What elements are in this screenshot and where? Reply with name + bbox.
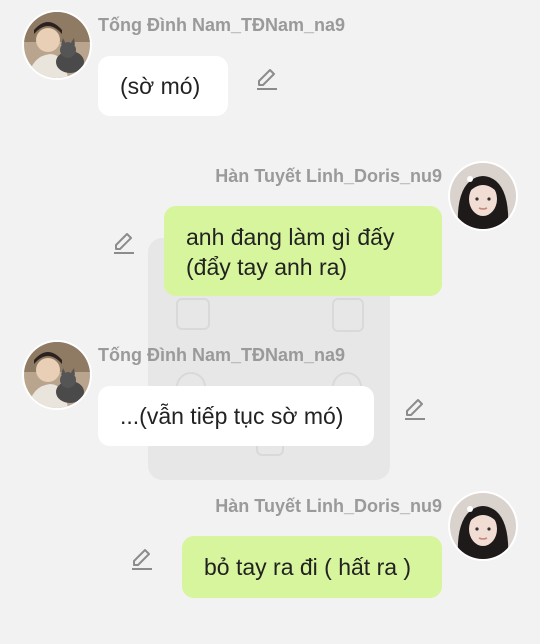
- edit-icon[interactable]: [402, 396, 428, 422]
- avatar-female[interactable]: [450, 163, 516, 229]
- edit-icon[interactable]: [111, 230, 137, 256]
- sender-name: Hàn Tuyết Linh_Doris_nu9: [215, 496, 442, 516]
- message-bubble[interactable]: (sờ mó): [98, 56, 228, 116]
- avatar-male[interactable]: [24, 12, 90, 78]
- male-avatar-with-cat-icon: [24, 342, 90, 408]
- message-bubble[interactable]: bỏ tay ra đi ( hất ra ): [182, 536, 442, 598]
- edit-icon[interactable]: [254, 66, 280, 92]
- message-bubble[interactable]: ...(vẫn tiếp tục sờ mó): [98, 386, 374, 446]
- edit-icon[interactable]: [129, 546, 155, 572]
- female-avatar-icon: [450, 493, 516, 559]
- sender-name: Tống Đình Nam_TĐNam_na9: [98, 15, 346, 35]
- avatar-female[interactable]: [450, 493, 516, 559]
- message-bubble[interactable]: anh đang làm gì đấy (đẩy tay anh ra): [164, 206, 442, 296]
- ghost-screen-icon: [176, 298, 210, 330]
- sender-name: Tống Đình Nam_TĐNam_na9: [98, 345, 346, 365]
- sender-name: Hàn Tuyết Linh_Doris_nu9: [215, 166, 442, 186]
- avatar-male[interactable]: [24, 342, 90, 408]
- male-avatar-with-cat-icon: [24, 12, 90, 78]
- female-avatar-icon: [450, 163, 516, 229]
- ghost-control-icon: [332, 298, 364, 332]
